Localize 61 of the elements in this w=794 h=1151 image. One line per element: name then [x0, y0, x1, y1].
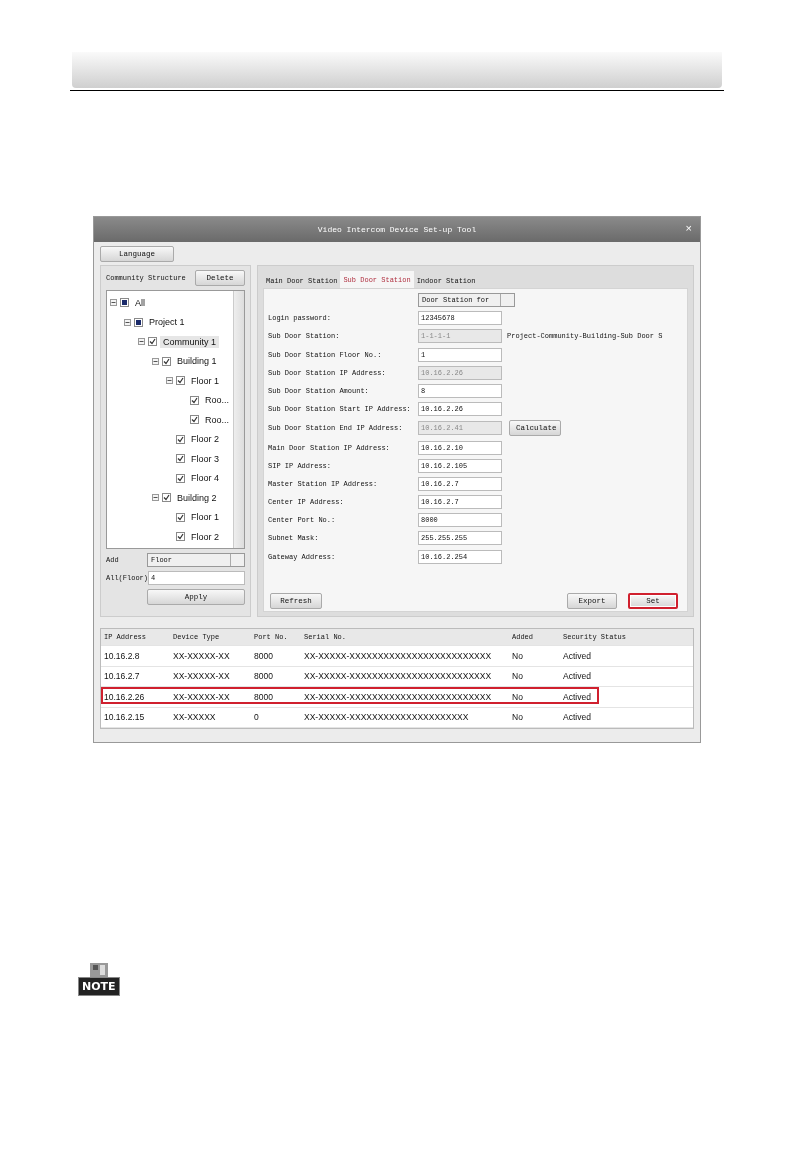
tree-checkbox[interactable] — [162, 493, 171, 503]
window-title: Video Intercom Device Set-up Tool — [317, 225, 477, 234]
table-cell-text: XX-XXXXX-XX — [172, 671, 231, 682]
collapse-icon[interactable] — [110, 299, 117, 307]
tree-item[interactable]: Floor 3 — [188, 452, 222, 465]
collapse-icon[interactable] — [166, 377, 173, 385]
tree-item[interactable]: Floor 1 — [188, 374, 222, 387]
tree-item[interactable]: Project 1 — [146, 316, 188, 329]
tree-checkbox[interactable] — [176, 454, 185, 464]
table-cell-text: No — [511, 650, 524, 661]
table-cell-text: XX-XXXXX — [172, 712, 217, 723]
tree-checkbox[interactable] — [176, 473, 185, 483]
table-cell-text: Actived — [562, 671, 592, 682]
table-cell-text: XX-XXXXX-XXXXXXXXXXXXXXXXXXXXXXXXX — [303, 691, 493, 702]
tree-item[interactable]: Building 1 — [174, 355, 220, 368]
table-cell-text: XX-XXXXX-XXXXXXXXXXXXXXXXXXXXXXXXX — [303, 650, 493, 661]
tree-checkbox[interactable] — [162, 356, 171, 366]
note-badge: NOTE — [78, 977, 120, 996]
tree-item[interactable]: Floor 4 — [188, 472, 222, 485]
tree-item[interactable]: Floor 1 — [188, 511, 222, 524]
table-cell-text: Actived — [562, 650, 592, 661]
tree-item[interactable]: Floor 2 — [188, 433, 222, 446]
tree-checkbox[interactable] — [190, 395, 199, 405]
notepad-icon — [87, 963, 110, 977]
tree-checkbox[interactable] — [134, 317, 143, 327]
table-cell-text: Actived — [562, 691, 592, 702]
tree-checkbox[interactable] — [176, 512, 185, 522]
table-cell-text: XX-XXXXX-XX — [172, 691, 231, 702]
table-cell-text: XX-XXXXX-XXXXXXXXXXXXXXXXXXXXX — [303, 712, 470, 723]
table-cell-text: 8000 — [253, 691, 274, 702]
tree-item[interactable]: Floor 2 — [188, 530, 222, 543]
tree-checkbox[interactable] — [176, 532, 185, 542]
table-cell-text: No — [511, 712, 524, 723]
close-button[interactable]: × — [685, 222, 692, 234]
tree-item[interactable]: Building 2 — [174, 491, 220, 504]
tree-item[interactable]: Roo... — [202, 394, 232, 407]
table-cell-text: No — [511, 671, 524, 682]
table-cell-text: 8000 — [253, 650, 274, 661]
table-cell-text: XX-XXXXX-XXXXXXXXXXXXXXXXXXXXXXXXX — [303, 671, 493, 682]
scrollbar[interactable] — [233, 291, 244, 548]
tree-checkbox[interactable] — [176, 434, 185, 444]
tree-item[interactable]: All — [132, 296, 148, 309]
collapse-icon[interactable] — [152, 357, 159, 365]
tree-checkbox[interactable] — [148, 337, 157, 347]
table-cell-text: No — [511, 691, 524, 702]
tree-item[interactable]: Community 1 — [160, 335, 219, 348]
table-cell-text: 10.16.2.7 — [103, 671, 141, 682]
tree-checkbox[interactable] — [190, 415, 199, 425]
collapse-icon[interactable] — [124, 318, 131, 326]
table-cell-text: 10.16.2.8 — [103, 650, 141, 661]
table-cell-text: Actived — [562, 712, 592, 723]
tree-checkbox[interactable] — [176, 376, 185, 386]
table-cell-text: XX-XXXXX-XX — [172, 650, 231, 661]
collapse-icon[interactable] — [152, 494, 159, 502]
table-cell-text: 10.16.2.26 — [103, 691, 146, 702]
tree-checkbox[interactable] — [120, 298, 129, 308]
collapse-icon[interactable] — [138, 338, 145, 346]
table-cell-text: 10.16.2.15 — [103, 712, 146, 723]
table-cell-text: 8000 — [253, 671, 274, 682]
tree-item[interactable]: Roo... — [202, 413, 232, 426]
table-cell-text: 0 — [253, 712, 260, 723]
